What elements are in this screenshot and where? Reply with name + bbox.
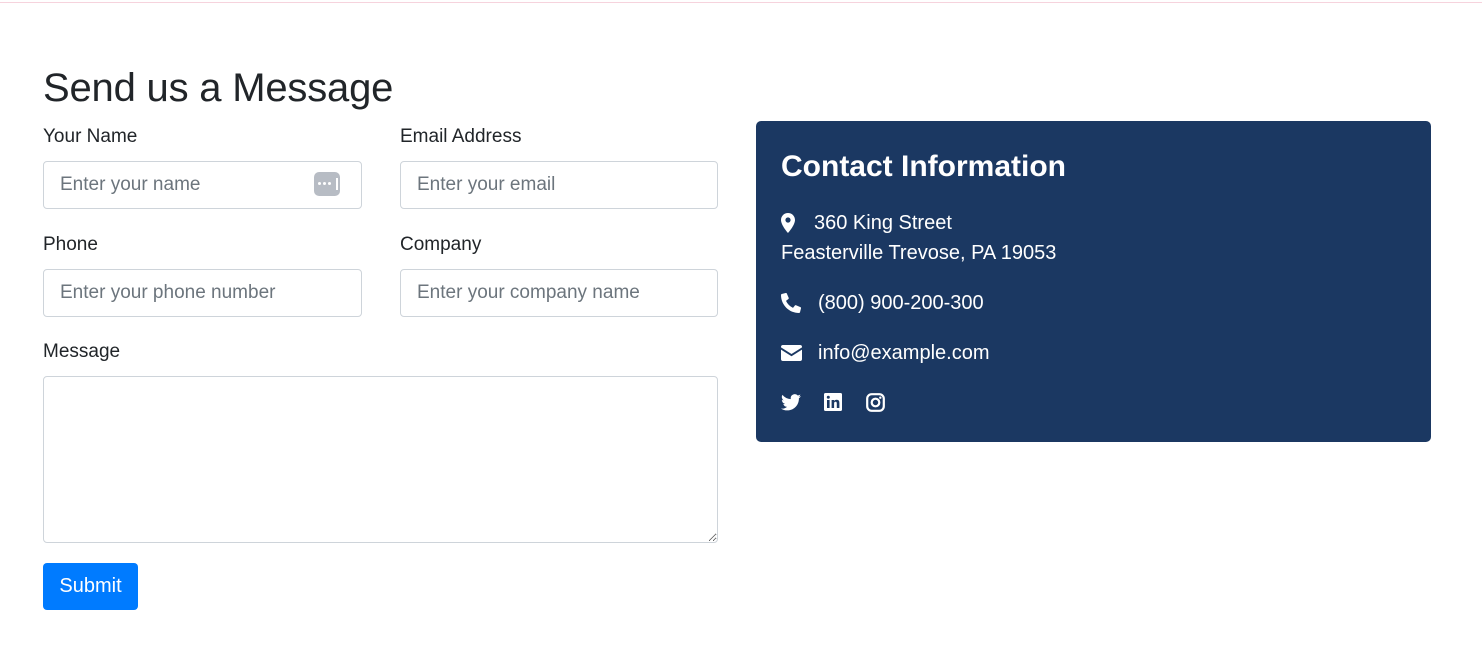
email-address: info@example.com (818, 342, 990, 364)
name-label: Your Name (43, 126, 138, 147)
page-title: Send us a Message (43, 66, 394, 110)
contact-info-title: Contact Information (781, 150, 1066, 183)
address-line2: Feasterville Trevose, PA 19053 (781, 242, 1057, 264)
email-input[interactable] (400, 161, 718, 209)
map-marker-icon (781, 213, 795, 238)
contact-info-card: Contact Information 360 King Street Feas… (756, 121, 1431, 442)
instagram-icon[interactable] (866, 393, 885, 417)
company-label: Company (400, 234, 482, 255)
twitter-icon[interactable] (781, 394, 801, 416)
company-input[interactable] (400, 269, 718, 317)
address-line1: 360 King Street (814, 212, 952, 234)
submit-button[interactable]: Submit (43, 563, 138, 610)
linkedin-icon[interactable] (824, 393, 842, 416)
message-label: Message (43, 341, 121, 362)
phone-input[interactable] (43, 269, 362, 317)
phone-label: Phone (43, 234, 98, 255)
phone-icon (781, 292, 802, 318)
message-textarea[interactable] (43, 376, 718, 543)
envelope-icon (781, 345, 802, 366)
password-manager-icon[interactable] (314, 172, 340, 196)
top-border (0, 2, 1482, 3)
phone-number: (800) 900-200-300 (818, 292, 984, 314)
email-label: Email Address (400, 126, 522, 147)
